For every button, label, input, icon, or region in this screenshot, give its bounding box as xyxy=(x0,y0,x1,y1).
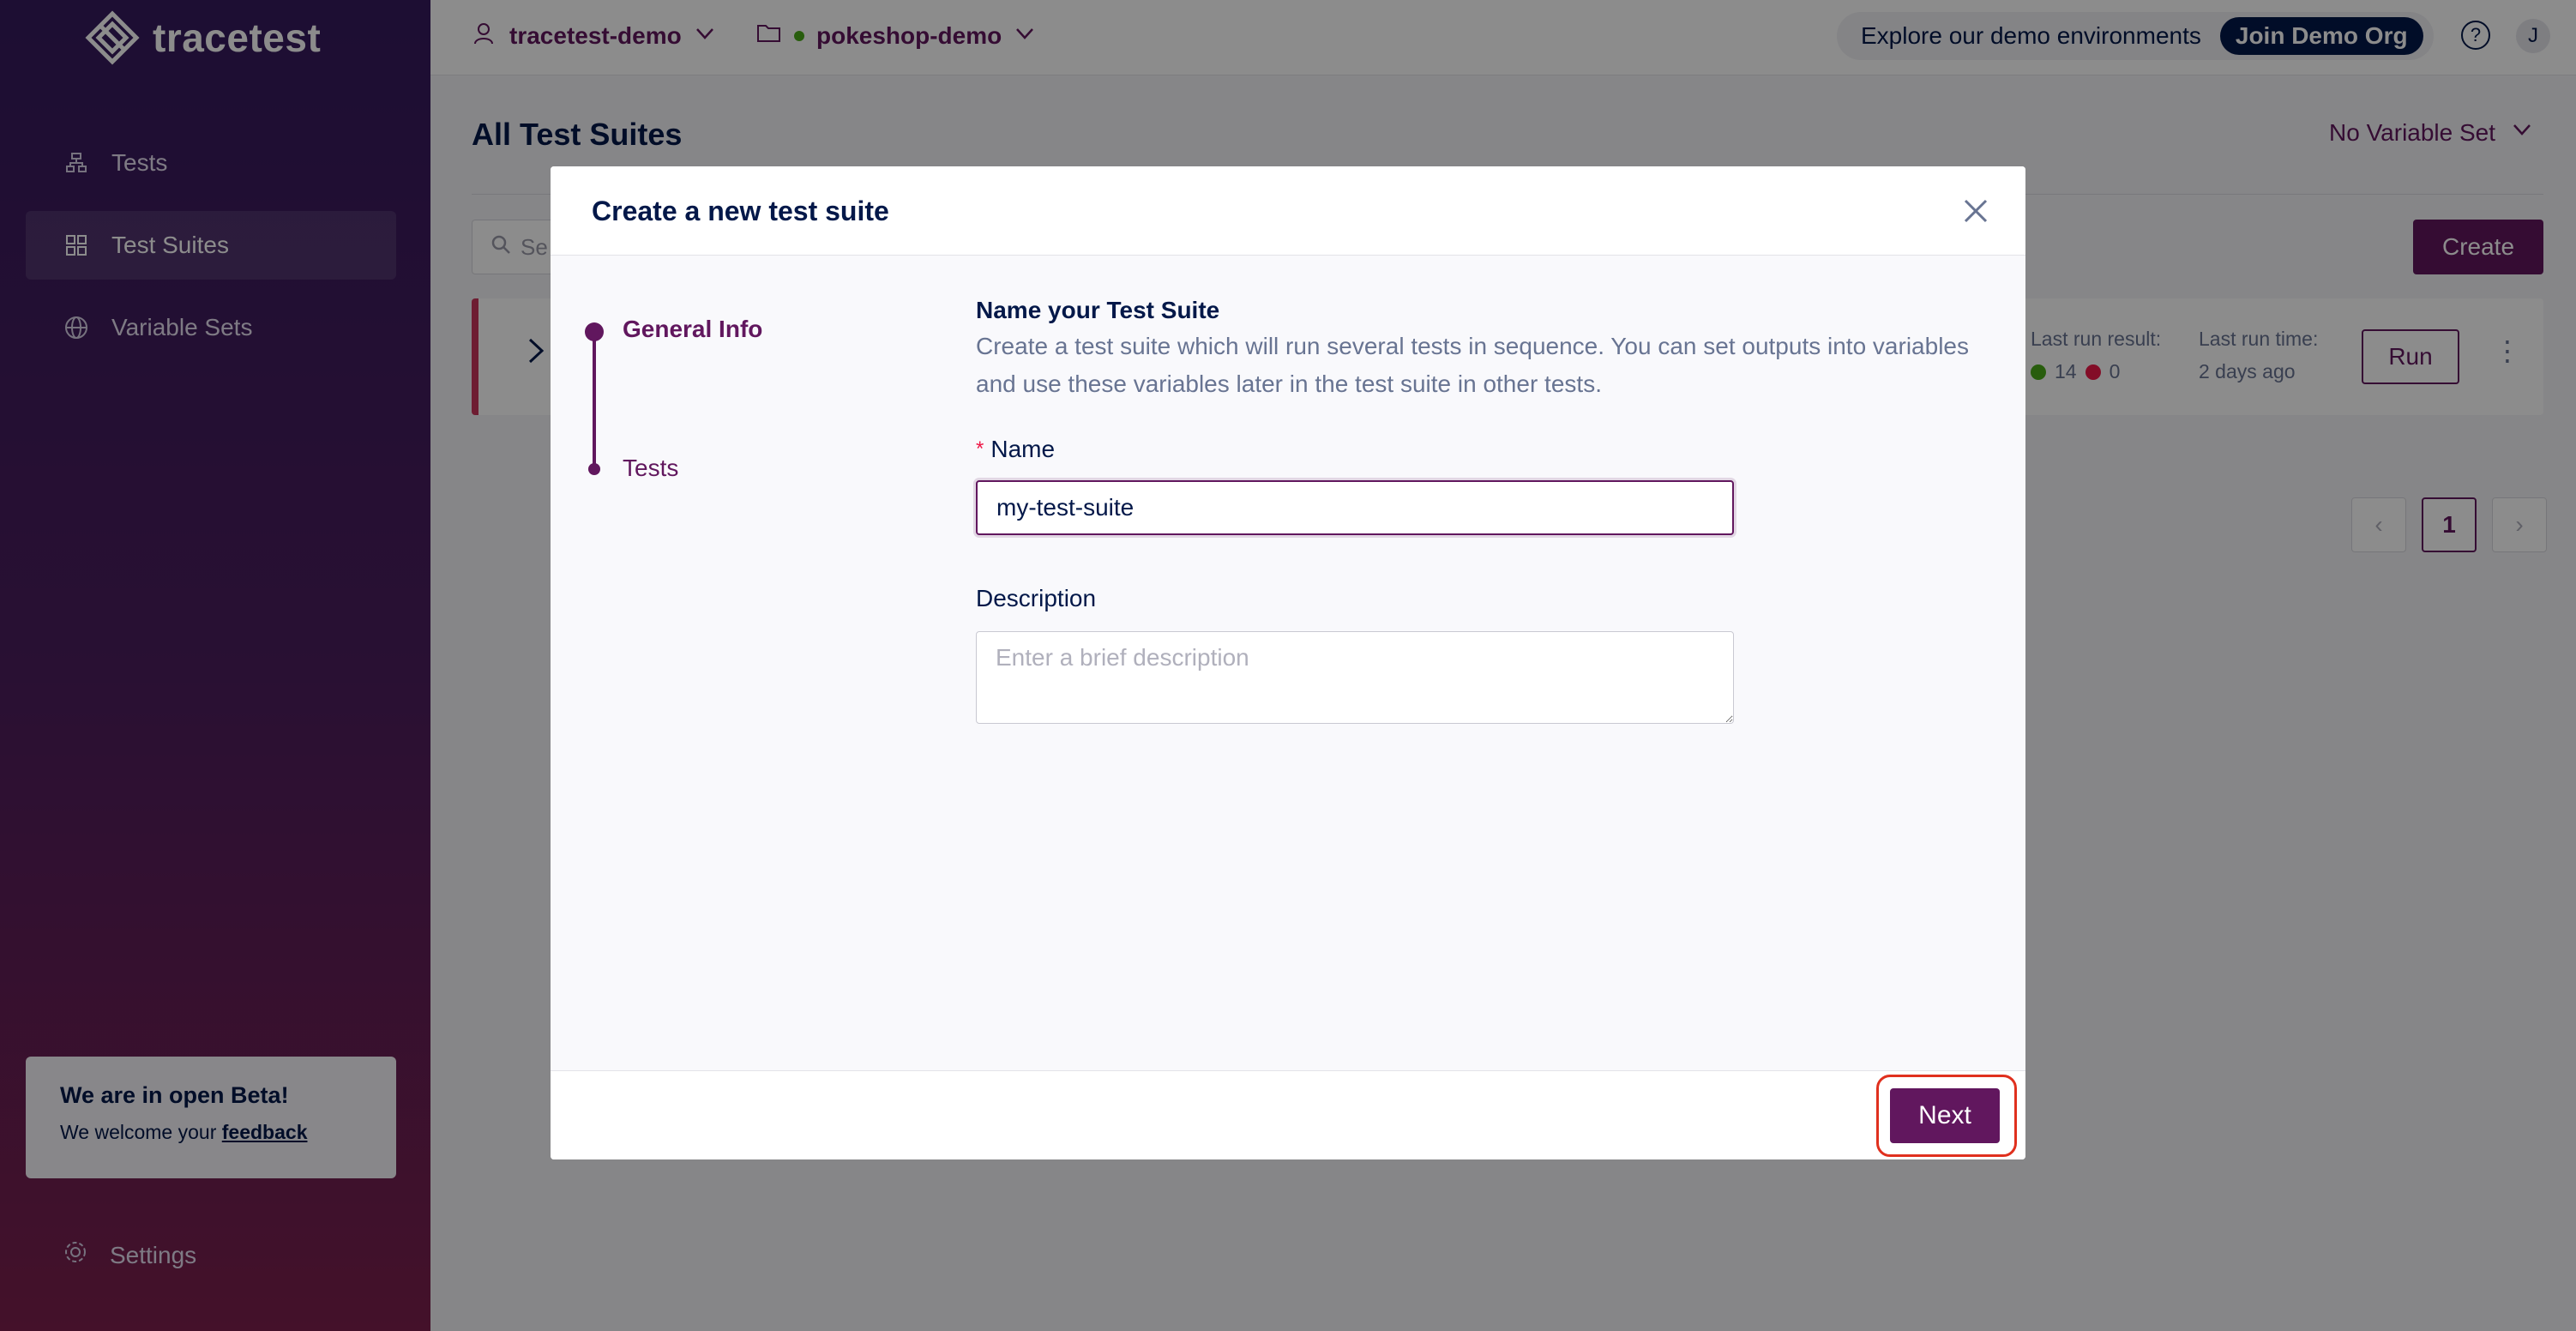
step-general-info-dot xyxy=(585,322,604,341)
modal-header: Create a new test suite xyxy=(551,166,2025,256)
step-general-info[interactable]: General Info xyxy=(623,316,762,343)
required-mark: * xyxy=(976,437,984,461)
general-info-form: Name your Test Suite Create a test suite… xyxy=(976,297,1971,728)
description-field-label: Description xyxy=(976,585,1097,611)
description-textarea[interactable] xyxy=(976,631,1734,724)
form-heading: Name your Test Suite xyxy=(976,297,1220,323)
close-icon[interactable] xyxy=(1960,196,1991,226)
form-description: Create a test suite which will run sever… xyxy=(976,333,1969,397)
name-input[interactable] xyxy=(976,480,1734,535)
step-tests-dot xyxy=(588,463,600,475)
create-test-suite-modal: Create a new test suite General Info Tes… xyxy=(551,166,2025,1159)
step-tests[interactable]: Tests xyxy=(623,455,678,482)
name-field-label: * Name xyxy=(976,436,1971,463)
name-label-text: Name xyxy=(990,436,1056,462)
modal-title: Create a new test suite xyxy=(592,196,889,226)
next-button[interactable]: Next xyxy=(1890,1088,2000,1143)
stepper-line xyxy=(593,331,596,468)
modal-footer: Next xyxy=(551,1070,2025,1159)
